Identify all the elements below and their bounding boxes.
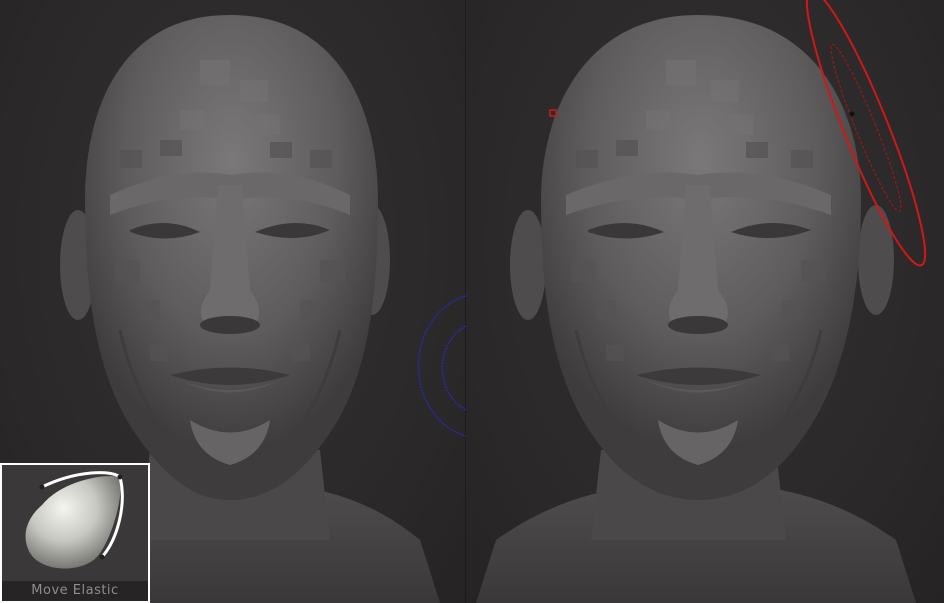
viewport-right[interactable] (466, 0, 944, 603)
brush-thumbnail[interactable]: Move Elastic (0, 463, 150, 603)
head-mesh-right[interactable] (466, 0, 944, 603)
brush-thumbnail-frame: Move Elastic (2, 465, 148, 601)
sculpt-canvas[interactable]: Move Elastic (0, 0, 944, 603)
brush-name-label: Move Elastic (2, 581, 148, 601)
move-elastic-brush-icon (2, 465, 148, 581)
